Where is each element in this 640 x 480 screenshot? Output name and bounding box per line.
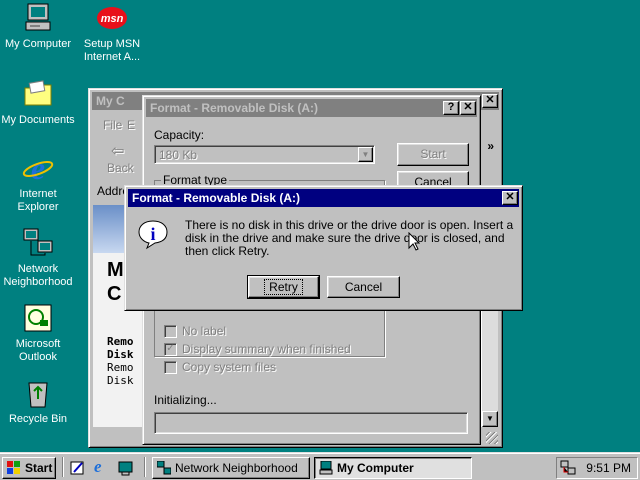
svg-text:e: e <box>31 152 45 184</box>
desktop-icon-label: My Documents <box>1 114 75 126</box>
capacity-value: 180 Kb <box>159 148 198 162</box>
option-copy-system-files[interactable]: Copy system files <box>164 360 364 376</box>
no-label-text: No label <box>182 324 227 338</box>
error-cancel-button[interactable]: Cancel <box>327 276 400 298</box>
start-button[interactable]: Start <box>397 143 469 166</box>
dropdown-arrow-icon[interactable]: ▼ <box>358 147 373 162</box>
computer-icon <box>22 2 54 34</box>
tray-network-icon[interactable] <box>560 460 576 476</box>
task-network-neighborhood[interactable]: Network Neighborhood <box>152 457 310 479</box>
explorer-close-button[interactable]: ✕ <box>482 94 498 108</box>
start-button-label: Start <box>420 147 446 161</box>
task-label: My Computer <box>337 461 414 475</box>
msn-icon: msn <box>96 2 128 34</box>
help-button[interactable]: ? <box>443 101 459 115</box>
error-cancel-label: Cancel <box>344 280 383 294</box>
desktop-icon-label: Network Neighborhood <box>3 263 73 288</box>
taskbar: Start e Network Neighborhood My Computer… <box>0 452 640 480</box>
capacity-dropdown[interactable]: 180 Kb ▼ <box>154 145 375 164</box>
task-label: Network Neighborhood <box>175 461 298 475</box>
error-dialog[interactable]: Format - Removable Disk (A:) ✕ i There i… <box>124 185 523 311</box>
explorer-menu-edit[interactable]: E <box>127 118 135 132</box>
back-arrow-icon[interactable]: ⇦ <box>111 141 124 161</box>
desktop-icon-label: Recycle Bin <box>8 413 68 425</box>
svg-text:msn: msn <box>101 13 124 25</box>
quick-launch-ie-icon[interactable]: e <box>94 458 110 476</box>
system-tray: 9:51 PM <box>556 457 638 479</box>
folder-icon <box>22 78 54 110</box>
desktop-icon-network-neighborhood[interactable]: Network Neighborhood <box>0 227 76 289</box>
display-summary-text: Display summary when finished <box>182 342 351 356</box>
format-progress-bar <box>154 412 468 434</box>
explorer-menu-file[interactable]: File <box>103 118 122 132</box>
desktop-icon-label: Internet Explorer <box>17 188 59 213</box>
desktop-icon-microsoft-outlook[interactable]: Microsoft Outlook <box>0 302 76 364</box>
desktop-icon-my-documents[interactable]: My Documents <box>0 78 76 127</box>
svg-text:i: i <box>150 224 155 244</box>
quick-launch-edit-icon[interactable] <box>70 460 86 476</box>
desktop-icon-label: Microsoft Outlook <box>15 338 61 363</box>
copy-system-files-text: Copy system files <box>182 360 277 374</box>
explorer-side-title: Remo Disk <box>107 335 134 361</box>
format-status-text: Initializing... <box>154 393 217 407</box>
error-message: There is no disk in this drive or the dr… <box>185 218 514 258</box>
no-label-checkbox[interactable] <box>164 325 177 338</box>
resize-grip-icon[interactable] <box>486 432 498 444</box>
option-no-label[interactable]: No label <box>164 324 364 340</box>
desktop-icon-label: Setup MSN Internet A... <box>83 38 141 63</box>
error-dialog-titlebar[interactable]: Format - Removable Disk (A:) <box>128 189 519 207</box>
taskbar-separator <box>62 457 64 477</box>
tray-clock[interactable]: 9:51 PM <box>586 461 631 475</box>
task-my-computer[interactable]: My Computer <box>314 457 472 479</box>
network-icon <box>22 227 54 259</box>
desktop-icon-label: My Computer <box>4 38 72 50</box>
capacity-label: Capacity: <box>154 128 205 142</box>
outlook-icon <box>22 302 54 334</box>
info-icon: i <box>137 218 169 250</box>
desktop-icon-setup-msn[interactable]: msn Setup MSN Internet A... <box>74 2 150 64</box>
quick-launch-desktop-icon[interactable] <box>118 460 134 476</box>
recycle-bin-icon <box>22 377 54 409</box>
format-dialog-titlebar[interactable]: Format - Removable Disk (A:) <box>146 99 477 117</box>
desktop-icon-internet-explorer[interactable]: e Internet Explorer <box>0 150 76 214</box>
start-button[interactable]: Start <box>2 457 56 479</box>
format-dialog-title: Format - Removable Disk (A:) <box>150 101 319 115</box>
start-label: Start <box>25 461 53 475</box>
option-display-summary[interactable]: ✓ Display summary when finished <box>164 342 384 358</box>
windows-logo-icon <box>7 461 21 475</box>
error-close-button[interactable]: ✕ <box>502 191 518 205</box>
network-task-icon <box>156 460 172 475</box>
explorer-title: My C <box>96 94 125 108</box>
taskbar-separator-2 <box>144 457 146 477</box>
toolbar-chevron-icon[interactable]: » <box>487 139 494 153</box>
copy-system-files-checkbox[interactable] <box>164 361 177 374</box>
error-dialog-title: Format - Removable Disk (A:) <box>132 191 301 205</box>
retry-button-label: Retry <box>264 279 303 295</box>
explorer-big-text-2: C <box>107 283 122 305</box>
format-close-button[interactable]: ✕ <box>460 101 476 115</box>
explorer-back-label[interactable]: Back <box>107 161 134 175</box>
desktop-icon-my-computer[interactable]: My Computer <box>0 2 76 51</box>
mouse-cursor-icon <box>408 231 421 252</box>
explorer-side-text: Remo Disk <box>107 361 134 387</box>
explorer-big-text-1: M <box>107 259 124 281</box>
computer-task-icon <box>319 460 333 475</box>
retry-button[interactable]: Retry <box>247 275 320 299</box>
internet-explorer-icon: e <box>22 150 54 186</box>
display-summary-checkbox[interactable]: ✓ <box>164 343 177 356</box>
scroll-down-arrow-icon[interactable]: ▼ <box>482 411 498 427</box>
desktop-icon-recycle-bin[interactable]: Recycle Bin <box>0 377 76 426</box>
